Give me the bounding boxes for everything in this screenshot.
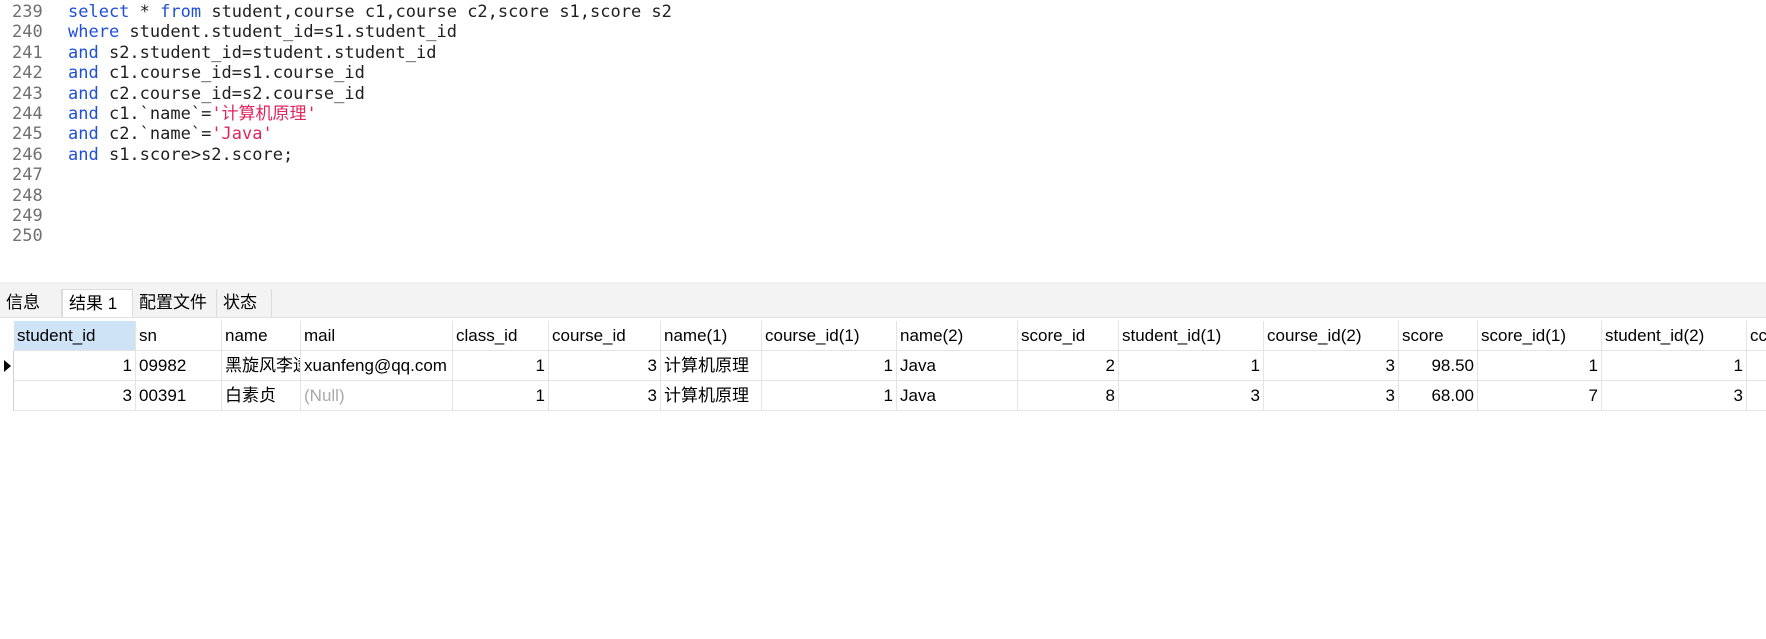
grid-cell[interactable]: 3 <box>1119 381 1264 411</box>
grid-cell[interactable]: 1 <box>1478 351 1602 381</box>
tab-profile[interactable]: 配置文件 <box>133 289 217 317</box>
sql-keyword: and <box>68 144 99 165</box>
grid-cell[interactable]: 白素贞 <box>222 381 301 411</box>
sql-keyword: select <box>68 2 130 22</box>
sql-text: c2.course_id=s2.course_id <box>98 83 365 104</box>
grid-cell[interactable]: 3 <box>549 381 661 411</box>
column-header[interactable]: score_id <box>1018 321 1119 351</box>
grid-cell[interactable]: 98.50 <box>1399 351 1478 381</box>
grid-cell[interactable]: 09982 <box>136 351 222 381</box>
grid-header-row: student_id sn name mail class_id course_id nam… <box>14 321 1766 351</box>
result-tabbar: 信息 结果 1 配置文件 状态 <box>0 285 1766 318</box>
column-header[interactable]: name <box>222 321 301 351</box>
sql-text: student,course c1,course c2,score s1,sco… <box>201 2 672 22</box>
grid-cell[interactable]: 3 <box>1264 351 1399 381</box>
sql-text: student.student_id=s1.student_id <box>119 22 457 43</box>
sql-text: c1.`name`= <box>98 104 212 124</box>
grid-cell[interactable]: Java <box>897 381 1018 411</box>
sql-keyword: and <box>68 83 99 104</box>
column-header[interactable]: score_id(1) <box>1478 321 1602 351</box>
sql-keyword: and <box>68 104 99 124</box>
grid-cell[interactable]: 7 <box>1478 381 1602 411</box>
grid-cell[interactable]: (Null) <box>301 381 453 411</box>
sql-keyword: and <box>68 124 99 145</box>
column-header[interactable]: course_id <box>549 321 661 351</box>
grid-cell[interactable]: 1 <box>453 381 549 411</box>
grid-cell[interactable]: 1 <box>14 351 136 381</box>
sql-text: s1.score>s2.score; <box>98 144 294 165</box>
column-header[interactable]: student_id(1) <box>1119 321 1264 351</box>
result-grid[interactable]: student_id sn name mail class_id course_id nam… <box>0 321 1766 639</box>
line-number: 250 <box>12 226 43 247</box>
table-row[interactable]: 109982黑旋风李逵xuanfeng@qq.com13计算机原理1Java21… <box>14 351 1766 381</box>
grid-cell[interactable]: 3 <box>1264 381 1399 411</box>
grid-cell[interactable]: 00391 <box>136 381 222 411</box>
column-header[interactable]: sn <box>136 321 222 351</box>
sql-keyword: where <box>68 22 120 43</box>
sql-text: s2.student_id=student.student_id <box>98 42 437 63</box>
sql-text: c1.course_id=s1.course_id <box>98 63 365 84</box>
column-header[interactable]: course_id(2) <box>1264 321 1399 351</box>
grid-cell[interactable]: 计算机原理 <box>661 381 762 411</box>
grid-cell[interactable]: xuanfeng@qq.com <box>301 351 453 381</box>
tab-status[interactable]: 状态 <box>217 289 272 317</box>
column-header[interactable]: name(1) <box>661 321 762 351</box>
sql-keyword: and <box>68 63 99 84</box>
grid-cell[interactable]: Java <box>897 351 1018 381</box>
current-row-arrow-icon <box>4 360 11 372</box>
grid-cell[interactable]: 8 <box>1018 381 1119 411</box>
grid-cell[interactable]: 计算机原理 <box>661 351 762 381</box>
sql-text: c2.`name`= <box>98 124 212 145</box>
grid-cell[interactable]: 1 <box>453 351 549 381</box>
sql-editor[interactable]: 239 select * from student,course c1,cours… <box>0 0 1766 282</box>
column-header[interactable]: cc <box>1747 321 1766 351</box>
grid-cell[interactable] <box>1747 381 1766 411</box>
column-header[interactable]: class_id <box>453 321 549 351</box>
column-header[interactable]: student_id(2) <box>1602 321 1747 351</box>
grid-cell[interactable]: 1 <box>762 381 897 411</box>
grid-cell[interactable]: 1 <box>1602 351 1747 381</box>
code-line[interactable]: 250 <box>0 225 1766 248</box>
sql-string: '计算机原理' <box>211 104 317 124</box>
grid-cell[interactable]: 68.00 <box>1399 381 1478 411</box>
sql-keyword: from <box>160 2 202 22</box>
grid-cell[interactable]: 3 <box>549 351 661 381</box>
grid-cell[interactable]: 3 <box>14 381 136 411</box>
grid-cell[interactable]: 1 <box>1119 351 1264 381</box>
column-header[interactable]: student_id <box>14 321 136 351</box>
grid-cell[interactable]: 黑旋风李逵 <box>222 351 301 381</box>
table-row[interactable]: 3 00391 白素贞 (Null) 1 3 计算机原理 1 Java 8 3 3 68.00 7 3 <box>14 381 1766 411</box>
tab-info[interactable]: 信息 <box>0 289 62 317</box>
grid-cell[interactable] <box>1747 351 1766 381</box>
sql-string: 'Java' <box>211 124 273 145</box>
tab-result-1[interactable]: 结果 1 <box>62 289 133 317</box>
sql-keyword: and <box>68 42 99 63</box>
column-header[interactable]: name(2) <box>897 321 1018 351</box>
grid-cell[interactable]: 2 <box>1018 351 1119 381</box>
column-header[interactable]: course_id(1) <box>762 321 897 351</box>
column-header[interactable]: mail <box>301 321 453 351</box>
grid-cell[interactable]: 3 <box>1602 381 1747 411</box>
column-header[interactable]: score <box>1399 321 1478 351</box>
grid-cell[interactable]: 1 <box>762 351 897 381</box>
sql-text: * <box>129 2 161 22</box>
